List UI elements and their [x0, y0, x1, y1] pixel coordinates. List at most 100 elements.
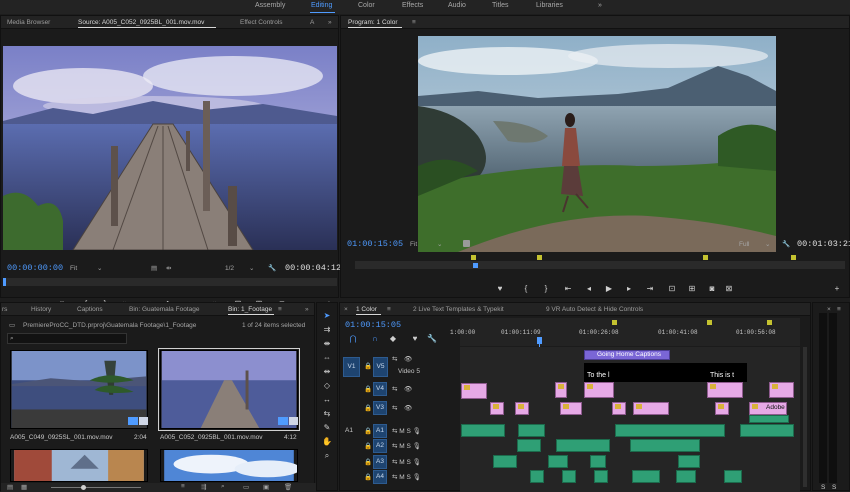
clip-a3-2[interactable]	[548, 455, 568, 468]
clip-v4-5[interactable]	[769, 382, 794, 398]
zoom-slider[interactable]	[51, 487, 141, 488]
panel-menu-icon[interactable]: »	[328, 19, 332, 26]
tab-audio-truncated[interactable]: A	[310, 19, 314, 26]
clip-a2-3[interactable]	[630, 439, 700, 452]
audio-lock-icon-a3[interactable]: 🔒	[364, 458, 372, 466]
sequence-menu-icon[interactable]: ≡	[387, 306, 391, 313]
vr-icon[interactable]: ⊠	[724, 284, 734, 294]
new-bin-icon[interactable]: ▭	[243, 483, 249, 491]
ripple-edit-tool-icon[interactable]: ⇼	[322, 339, 332, 349]
caption-text-1[interactable]: To the l	[587, 372, 610, 379]
program-scrub-bar[interactable]	[355, 261, 845, 269]
clip-v3-3[interactable]	[560, 402, 582, 415]
track-lock-icon-v3[interactable]: 🔒	[364, 404, 372, 412]
program-menu-icon[interactable]: ≡	[412, 19, 416, 26]
tab-source[interactable]: Source: A005_C052_0925BL_001.mov.mov	[78, 19, 204, 26]
clip-going-home-captions[interactable]: Going Home Captions	[584, 350, 670, 360]
timeline-vertical-scrollbar[interactable]	[803, 347, 807, 487]
settings-markers-icon[interactable]: ⇹	[166, 264, 171, 272]
clip-a4-6[interactable]	[724, 470, 742, 483]
program-playhead[interactable]	[473, 263, 478, 268]
workspace-editing[interactable]: Editing	[311, 2, 332, 9]
lift-icon[interactable]: ⊡	[667, 284, 677, 294]
tab-sequence-1[interactable]: 1 Color	[356, 306, 377, 313]
source-patch-a1[interactable]: A1	[345, 427, 353, 434]
snap-icon[interactable]: ⋂	[348, 334, 358, 344]
program-go-to-out-icon[interactable]: ⇥	[645, 284, 655, 294]
pen-tool-icon[interactable]: ✎	[322, 423, 332, 433]
search-input[interactable]: ⌕	[7, 333, 127, 344]
marker-3[interactable]	[703, 255, 708, 260]
program-timecode[interactable]: 01:00:15:05	[347, 239, 403, 249]
find-icon[interactable]: ⌕	[221, 483, 225, 491]
audio-lock-icon-a4[interactable]: 🔒	[364, 473, 372, 481]
clip-a1-1[interactable]	[461, 424, 505, 437]
export-frame-icon[interactable]: ▤	[151, 264, 157, 272]
sync-icon-a4[interactable]: ⇆ M S 🎙	[392, 473, 421, 481]
clip-a4-5[interactable]	[676, 470, 696, 483]
timeline-marker-b[interactable]	[707, 320, 712, 325]
program-mark-in-icon[interactable]: {	[521, 284, 531, 294]
audio-lock-icon-a1[interactable]: 🔒	[364, 427, 372, 435]
rolling-edit-tool-icon[interactable]: ⇔	[322, 353, 332, 363]
sync-lock-icon-v5[interactable]: ⇆	[392, 355, 397, 363]
clip-a2-2[interactable]	[556, 439, 610, 452]
clip-a2-1[interactable]	[517, 439, 541, 452]
program-step-forward-icon[interactable]: ▸	[624, 284, 634, 294]
project-more-icon[interactable]: »	[305, 306, 309, 313]
clear-icon[interactable]: 🗑	[284, 483, 292, 491]
sync-lock-icon-v3[interactable]: ⇆	[392, 404, 397, 412]
meter-solo-left[interactable]: S	[821, 484, 825, 491]
track-lock-icon-v5[interactable]: 🔒	[364, 362, 372, 370]
workspace-more-icon[interactable]: »	[598, 2, 602, 9]
new-item-icon[interactable]: ▣	[263, 483, 269, 491]
resolution-chevron-icon[interactable]: ⌄	[249, 264, 254, 272]
program-quality-select[interactable]: Full	[739, 241, 749, 248]
clip-a4-1[interactable]	[530, 470, 544, 483]
program-play-icon[interactable]: ▶	[604, 284, 614, 294]
selection-tool-icon[interactable]: ➤	[322, 311, 332, 321]
workspace-effects[interactable]: Effects	[402, 2, 423, 9]
marker-2[interactable]	[537, 255, 542, 260]
sync-icon-a2[interactable]: ⇆ M S 🎙	[392, 442, 421, 450]
project-menu-icon[interactable]: ≡	[278, 306, 282, 313]
track-target-a2[interactable]: A2	[373, 439, 387, 453]
tab-sequence-2[interactable]: 2 Live Text Templates & Typekit	[413, 306, 504, 313]
meter-solo-right[interactable]: S	[832, 484, 836, 491]
tab-bin-footage[interactable]: Bin: 1_Footage	[228, 306, 272, 313]
program-wrench-icon[interactable]: 🔧	[782, 240, 790, 248]
program-button-editor-plus-icon[interactable]: +	[832, 284, 842, 294]
clip-a3-3[interactable]	[590, 455, 606, 468]
clip-v2-green[interactable]	[749, 415, 789, 423]
clip-a4-2[interactable]	[562, 470, 576, 483]
source-resolution-select[interactable]: 1/2	[225, 265, 234, 272]
program-zoom-chevron-icon[interactable]: ⌄	[437, 240, 442, 248]
timeline-marker-c[interactable]	[767, 320, 772, 325]
source-zoom-select[interactable]: Fit	[70, 265, 77, 272]
project-item-1-name[interactable]: A005_C049_0925SL_001.mov.mov	[10, 434, 113, 441]
program-playhead-marker[interactable]	[463, 240, 470, 247]
razor-tool-icon[interactable]: ◇	[322, 381, 332, 391]
eye-icon-v3[interactable]: 👁	[404, 404, 412, 412]
clip-v4-2[interactable]	[555, 382, 567, 398]
project-thumb-3[interactable]	[10, 449, 148, 482]
rate-stretch-tool-icon[interactable]: ⇹	[322, 367, 332, 377]
timeline-wrench-icon[interactable]: 🔧	[427, 334, 437, 344]
track-target-a4[interactable]: A4	[373, 470, 387, 484]
clip-a1-3[interactable]	[615, 424, 725, 437]
tab-program[interactable]: Program: 1 Color	[348, 19, 398, 26]
track-target-v4[interactable]: V4	[373, 382, 387, 396]
sync-icon-a3[interactable]: ⇆ M S 🎙	[392, 458, 421, 466]
workspace-libraries[interactable]: Libraries	[536, 2, 563, 9]
clip-v4-4[interactable]	[707, 382, 743, 398]
timeline-timecode[interactable]: 01:00:15:05	[345, 320, 401, 330]
program-zoom-select[interactable]: Fit	[410, 241, 417, 248]
clip-v4-1[interactable]	[461, 383, 487, 399]
clip-v4-3[interactable]	[584, 382, 614, 398]
marker-4[interactable]	[791, 255, 796, 260]
tab-truncated[interactable]: rs	[2, 306, 7, 313]
source-timecode-in[interactable]: 00:00:00:00	[7, 263, 63, 273]
clip-a1-4[interactable]	[740, 424, 794, 437]
clip-a1-2[interactable]	[518, 424, 545, 437]
audio-lock-icon-a2[interactable]: 🔒	[364, 442, 372, 450]
